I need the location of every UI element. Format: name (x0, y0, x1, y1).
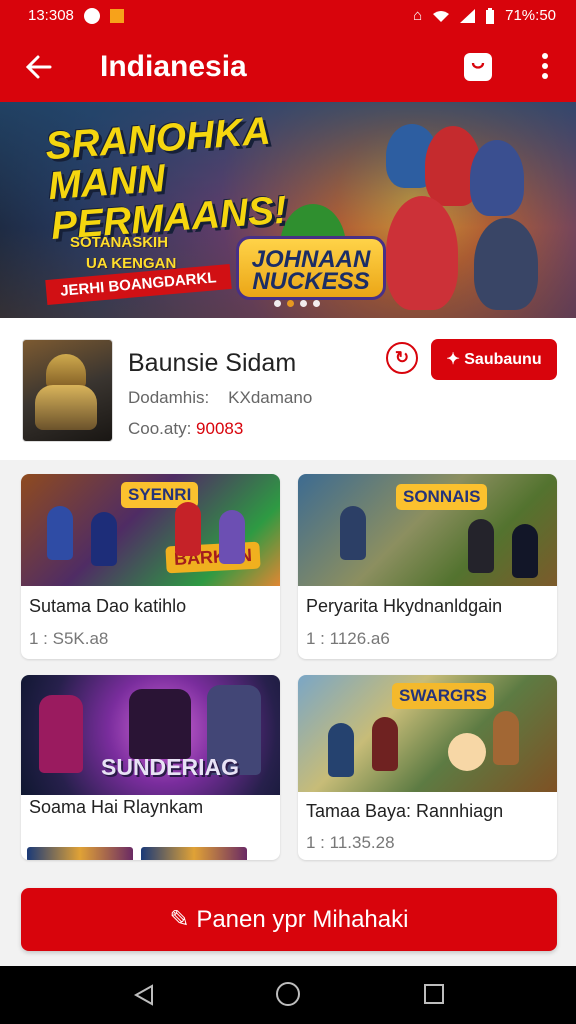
recent-square-icon[interactable] (424, 984, 444, 1004)
card-title: Sutama Dao katihlo (29, 596, 187, 616)
game-card[interactable]: SYENRI BARKAN Sutama Dao katihlo 1 : S5K… (21, 474, 280, 659)
wifi-icon (433, 10, 450, 22)
game-grid: SYENRI BARKAN Sutama Dao katihlo 1 : S5K… (0, 462, 576, 874)
card-stats: 1 : 11.35.28 (306, 833, 395, 852)
back-triangle-icon[interactable] (133, 984, 155, 1006)
game-logo: JOHNAAN NUCKESS (236, 236, 386, 300)
privacy-icon: ⌂ (413, 7, 423, 24)
banner-subtitle: SOTANASKIH (70, 234, 169, 251)
profile-count: Coo.aty: 90083 (128, 419, 244, 438)
status-bar: 13:308 ⌂ 71%:50 (0, 0, 576, 32)
page-title: Indianesia (100, 50, 247, 83)
status-right-text: 71%:50 (505, 7, 556, 24)
clock-icon (83, 7, 100, 24)
game-thumbnail: SWARGRS (298, 675, 557, 792)
profile-meta: Dodamhis: KXdamano (128, 388, 313, 407)
promo-banner[interactable]: SRANOHKA MANN PERMAANS! SOTANASKIH UA KE… (0, 102, 576, 318)
shopping-bag-icon[interactable] (464, 53, 492, 81)
thumbnail-preview[interactable] (141, 847, 247, 860)
thumbnail-preview[interactable] (27, 847, 133, 860)
hero-character (386, 196, 458, 310)
home-circle-icon[interactable] (276, 982, 300, 1006)
hero-character (470, 140, 524, 216)
follow-button[interactable]: ✦ Saubaunu (431, 339, 557, 380)
hero-character (474, 218, 538, 310)
card-stats: 1 : S5K.a8 (29, 629, 109, 648)
primary-action-label: Panen ypr Mihahaki (196, 906, 409, 933)
edit-icon: ✎ (169, 906, 190, 933)
game-card[interactable]: SWARGRS Tamaa Baya: Rannhiagn 1 : 11.35.… (298, 675, 557, 860)
game-card[interactable]: SONNAIS Peryarita Hkydnanldgain 1 : 1126… (298, 474, 557, 659)
twitter-icon: ✦ (446, 351, 460, 368)
thumb-badge: SWARGRS (392, 683, 494, 709)
profile-card: Baunsie Sidam Dodamhis: KXdamano Coo.aty… (0, 318, 576, 460)
battery-icon (486, 7, 495, 24)
game-thumbnail: SYENRI BARKAN (21, 474, 280, 586)
share-icon: ↻ (394, 348, 410, 367)
avatar[interactable] (22, 339, 113, 442)
card-title: Tamaa Baya: Rannhiagn (306, 801, 504, 821)
carousel-indicator (274, 300, 320, 307)
arrow-left-icon[interactable] (22, 50, 56, 84)
primary-action-button[interactable]: ✎ Panen ypr Mihahaki (21, 888, 557, 951)
notification-icon (109, 8, 124, 23)
share-button[interactable]: ↻ (386, 342, 418, 374)
thumb-art-text: SUNDERIAG (101, 754, 240, 780)
card-stats: 1 : 1126.a6 (306, 629, 390, 648)
app-bar: Indianesia (0, 32, 576, 102)
status-time: 13:308 (28, 7, 74, 24)
system-navigation-bar (0, 966, 576, 1024)
card-title: Soama Hai Rlaynkam (29, 797, 204, 817)
follow-label: Saubaunu (464, 351, 542, 368)
banner-headline: SRANOHKA MANN PERMAANS! (44, 109, 289, 249)
card-title: Peryarita Hkydnanldgain (306, 596, 503, 616)
thumb-badge: SONNAIS (396, 484, 488, 510)
game-thumbnail: SUNDERIAG (21, 675, 280, 795)
more-vert-icon[interactable] (540, 51, 550, 81)
signal-icon (460, 8, 476, 23)
game-thumbnail: SONNAIS (298, 474, 557, 586)
profile-name: Baunsie Sidam (128, 349, 297, 377)
game-card[interactable]: SUNDERIAG Soama Hai Rlaynkam (21, 675, 280, 860)
